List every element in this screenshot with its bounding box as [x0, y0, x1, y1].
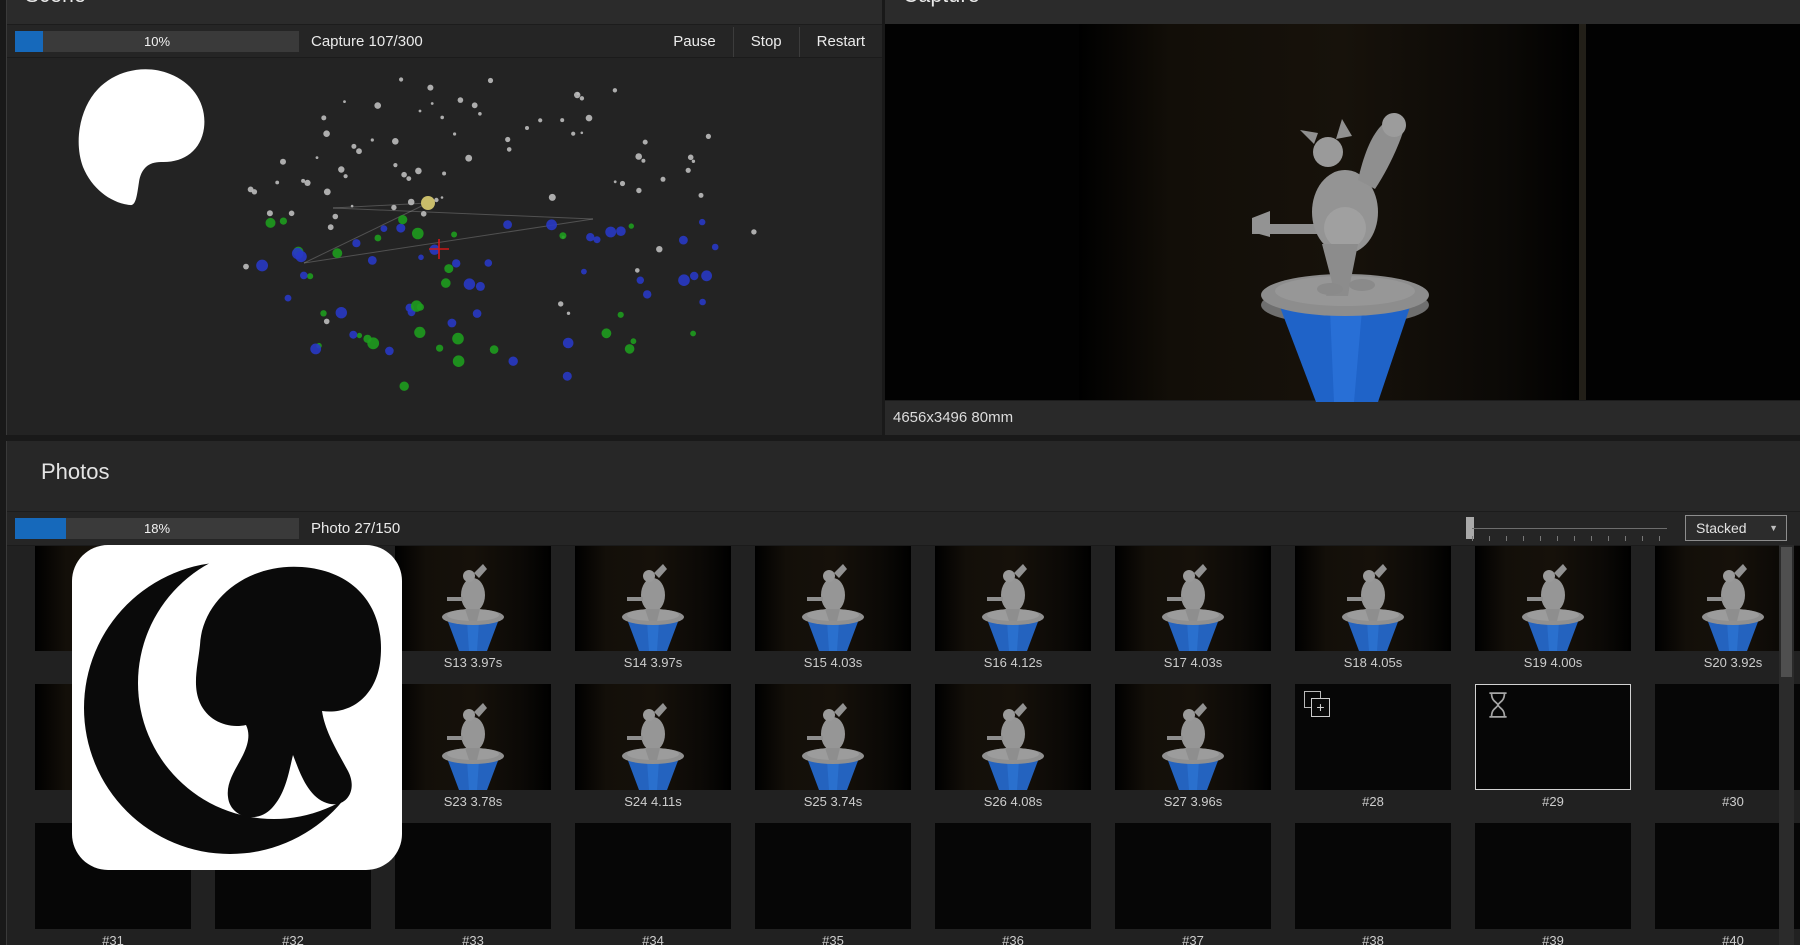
slider-track — [1472, 528, 1667, 529]
photos-toolbar: 18% Photo 27/150 Stacked ▼ — [7, 511, 1800, 546]
capture-statusbar: 4656x3496 80mm — [885, 400, 1800, 435]
white-blob-overlay — [73, 62, 213, 208]
add-photo-icon: + — [1304, 691, 1334, 721]
capture-controls: Pause Stop Restart — [656, 25, 882, 59]
photo-thumbnail-label: #32 — [215, 931, 371, 945]
photo-thumbnail[interactable] — [1295, 823, 1451, 929]
photo-thumbnail-label: S18 4.05s — [1295, 653, 1451, 675]
photo-thumbnail[interactable] — [1475, 546, 1631, 651]
watermark-logo-overlay — [72, 545, 402, 870]
photos-counter: Photo 27/150 — [311, 512, 400, 546]
photo-thumbnail-label: S13 3.97s — [395, 653, 551, 675]
photo-thumbnail-label: #38 — [1295, 931, 1451, 945]
photo-thumbnail-label: #31 — [35, 931, 191, 945]
photo-thumbnail-label: #39 — [1475, 931, 1631, 945]
chevron-down-icon: ▼ — [1769, 516, 1778, 540]
photo-thumbnail[interactable] — [1115, 684, 1271, 790]
photo-thumbnail[interactable] — [1115, 546, 1271, 651]
capture-resolution-label: 4656x3496 80mm — [893, 401, 1013, 435]
photo-thumbnail-label: S26 4.08s — [935, 792, 1091, 814]
photo-thumbnail-label: S25 3.74s — [755, 792, 911, 814]
photo-thumbnail-label: S14 3.97s — [575, 653, 731, 675]
photos-progress-percent: 18% — [15, 518, 299, 539]
slider-ticks — [1472, 536, 1664, 541]
capture-progress-percent: 10% — [15, 31, 299, 52]
photo-thumbnail[interactable]: + — [1295, 684, 1451, 790]
photo-thumbnail-label: #35 — [755, 931, 911, 945]
capture-title: Capture — [903, 0, 1800, 8]
photo-thumbnail-label: S17 4.03s — [1115, 653, 1271, 675]
view-mode-value: Stacked — [1696, 520, 1747, 536]
photo-thumbnail-label: S16 4.12s — [935, 653, 1091, 675]
stop-button[interactable]: Stop — [734, 25, 799, 59]
scene-title: Scene — [25, 0, 882, 8]
photo-thumbnail-label: #34 — [575, 931, 731, 945]
capture-counter: Capture 107/300 — [311, 25, 423, 59]
pause-button[interactable]: Pause — [656, 25, 733, 59]
capture-progressbar: 10% — [15, 31, 299, 52]
photo-thumbnail[interactable] — [935, 823, 1091, 929]
scene-titlebar: Scene — [7, 0, 882, 24]
photo-thumbnail-label: #36 — [935, 931, 1091, 945]
photo-thumbnail[interactable] — [575, 546, 731, 651]
photo-thumbnail[interactable] — [935, 684, 1091, 790]
photo-thumbnail-label: S15 4.03s — [755, 653, 911, 675]
miniature-figure-image — [1250, 92, 1440, 402]
photos-title: Photos — [41, 459, 110, 485]
photo-thumbnail[interactable] — [395, 546, 551, 651]
photo-thumbnail[interactable] — [575, 823, 731, 929]
photo-thumbnail-label: S24 4.11s — [575, 792, 731, 814]
hourglass-icon — [1486, 691, 1510, 719]
photo-thumbnail[interactable] — [395, 684, 551, 790]
capture-titlebar: Capture — [885, 0, 1800, 24]
photo-thumbnail[interactable] — [755, 684, 911, 790]
photos-progressbar: 18% — [15, 518, 299, 539]
photo-thumbnail-label: #28 — [1295, 792, 1451, 814]
photo-thumbnail-label: #29 — [1475, 792, 1631, 814]
photo-edge-highlight — [1579, 24, 1586, 400]
thumbnail-size-slider[interactable] — [1462, 516, 1677, 544]
photo-thumbnail-label: #33 — [395, 931, 551, 945]
vertical-scrollbar[interactable] — [1779, 545, 1794, 945]
photo-thumbnail[interactable] — [935, 546, 1091, 651]
photos-header: Photos — [7, 441, 1800, 511]
photo-thumbnail[interactable] — [1115, 823, 1271, 929]
scrollbar-thumb[interactable] — [1781, 547, 1792, 677]
photo-thumbnail[interactable] — [1295, 546, 1451, 651]
photo-thumbnail[interactable] — [575, 684, 731, 790]
photo-thumbnail[interactable] — [1475, 823, 1631, 929]
view-mode-dropdown[interactable]: Stacked ▼ — [1685, 515, 1787, 541]
restart-button[interactable]: Restart — [800, 25, 882, 59]
photo-thumbnail[interactable] — [755, 823, 911, 929]
photo-thumbnail[interactable] — [1475, 684, 1631, 790]
photo-thumbnail-label: S23 3.78s — [395, 792, 551, 814]
photo-thumbnail-label: S27 3.96s — [1115, 792, 1271, 814]
photo-thumbnail-label: S19 4.00s — [1475, 653, 1631, 675]
photo-thumbnail[interactable] — [755, 546, 911, 651]
scene-toolbar: 10% Capture 107/300 Pause Stop Restart — [7, 24, 882, 58]
photo-thumbnail[interactable] — [395, 823, 551, 929]
photo-thumbnail-label: #37 — [1115, 931, 1271, 945]
